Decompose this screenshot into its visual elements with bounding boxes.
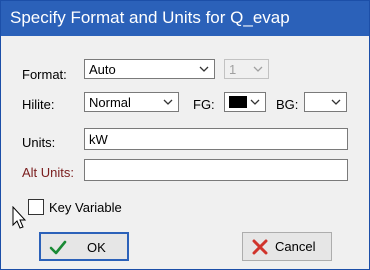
precision-value: 1 xyxy=(229,62,237,77)
fg-color-select[interactable] xyxy=(224,92,266,112)
fg-label: FG: xyxy=(193,97,215,112)
chevron-down-icon xyxy=(199,66,209,72)
format-select[interactable]: Auto xyxy=(84,59,215,79)
key-variable-checkbox[interactable] xyxy=(28,199,44,215)
hilite-select[interactable]: Normal xyxy=(84,92,179,112)
format-value: Auto xyxy=(89,62,116,77)
key-variable-label: Key Variable xyxy=(49,200,122,215)
format-units-dialog: Specify Format and Units for Q_evap Form… xyxy=(0,0,370,270)
alt-units-label: Alt Units: xyxy=(22,165,75,180)
units-label: Units: xyxy=(22,135,56,150)
bg-color-select[interactable] xyxy=(304,92,347,112)
fg-color-swatch xyxy=(229,96,247,108)
close-icon xyxy=(252,239,268,255)
alt-units-input[interactable] xyxy=(84,159,348,181)
precision-select: 1 xyxy=(224,59,269,79)
cancel-label: Cancel xyxy=(275,239,316,254)
title-bar: Specify Format and Units for Q_evap xyxy=(1,1,369,36)
chevron-down-icon xyxy=(250,99,260,105)
bg-label: BG: xyxy=(276,97,299,112)
cancel-button[interactable]: Cancel xyxy=(242,232,332,261)
chevron-down-icon xyxy=(331,99,341,105)
chevron-down-icon xyxy=(163,99,173,105)
units-input[interactable] xyxy=(84,128,348,150)
dialog-title: Specify Format and Units for Q_evap xyxy=(10,8,290,27)
ok-button[interactable]: OK xyxy=(39,232,129,261)
ok-label: OK xyxy=(87,240,106,255)
chevron-down-icon xyxy=(253,66,263,72)
hilite-label: Hilite: xyxy=(22,97,55,112)
mouse-cursor-icon xyxy=(12,206,27,229)
format-label: Format: xyxy=(22,67,67,82)
hilite-value: Normal xyxy=(89,95,131,110)
check-icon xyxy=(49,240,67,255)
